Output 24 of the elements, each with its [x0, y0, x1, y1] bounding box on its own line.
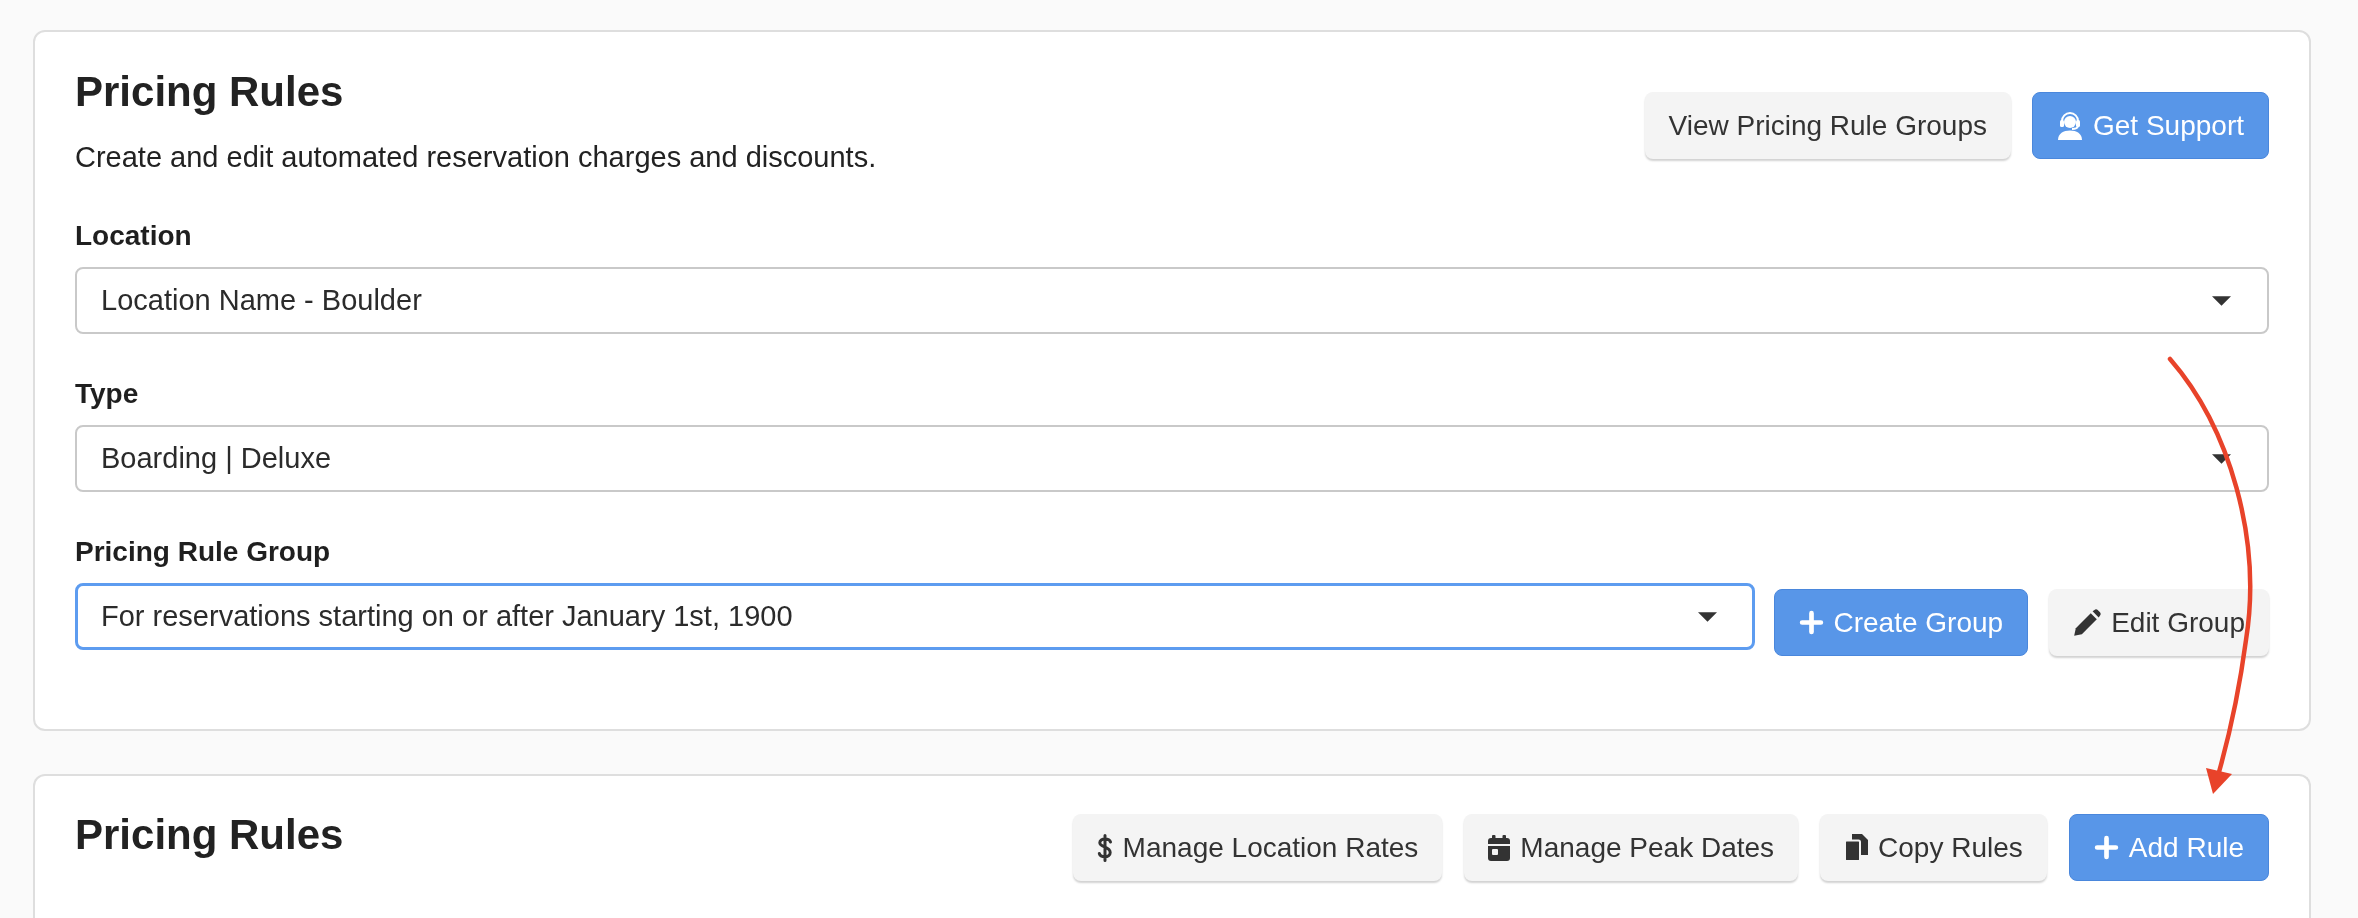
- copy-rules-button[interactable]: Copy Rules: [1820, 814, 2047, 881]
- caret-icon: [2212, 453, 2231, 464]
- caret-icon: [1697, 611, 1717, 622]
- plus-icon: [1798, 610, 1824, 635]
- field-label: Pricing Rule Group: [75, 535, 332, 569]
- dropdown-field[interactable]: Location Name - Boulder: [75, 267, 2269, 334]
- edit-group-button[interactable]: Edit Group: [2049, 589, 2269, 656]
- plus-icon: [2093, 835, 2119, 860]
- section-title: Pricing Rules: [75, 810, 344, 860]
- page-title: Pricing Rules: [75, 67, 345, 117]
- location-rates-button[interactable]: Manage Location Rates: [1072, 814, 1443, 881]
- view-groups-button[interactable]: View Pricing Rule Groups: [1644, 92, 2011, 159]
- dropdown-field[interactable]: For reservations starting on or after January 1st, 1900: [75, 583, 1755, 650]
- calendar-icon: [1488, 834, 1511, 861]
- documents-icon: [1844, 833, 1869, 862]
- field-label: Location: [75, 219, 193, 253]
- page-description: Create and edit automated reservation charges and discounts.: [75, 140, 877, 175]
- field-label: Type: [75, 377, 140, 411]
- dropdown-field[interactable]: Boarding | Deluxe: [75, 425, 2269, 492]
- pencil-icon: [2073, 608, 2102, 637]
- caret-icon: [2212, 295, 2231, 306]
- headset-icon: [2057, 111, 2083, 140]
- peak-dates-button[interactable]: Manage Peak Dates: [1464, 814, 1799, 881]
- dollar-icon: [1096, 833, 1113, 862]
